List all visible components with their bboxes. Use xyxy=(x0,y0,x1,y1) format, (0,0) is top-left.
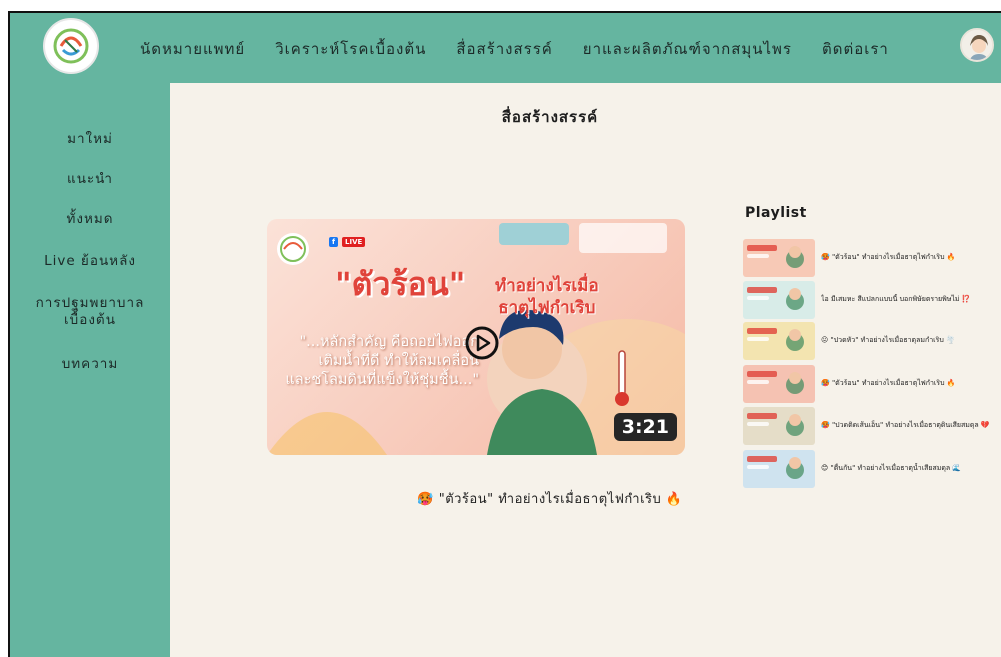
nav-item-herbal-products[interactable]: ยาและผลิตภัณฑ์จากสมุนไพร xyxy=(583,37,792,61)
video-thumb-subheadline: ทำอย่างไรเมื่อ ธาตุไฟกำเริบ xyxy=(495,276,599,318)
app-frame: นัดหมายแพทย์ วิเคราะห์โรคเบื้องต้น สื่อส… xyxy=(8,11,1001,657)
playlist-item[interactable]: 🥵 "ปวดติดเส้นเอ็น" ทำอย่างไรเมื่อธาตุดิน… xyxy=(743,407,1001,445)
sidebar-item-articles[interactable]: บทความ xyxy=(10,356,170,373)
playlist-item[interactable]: 😊 "ตื่นกัน" ทำอย่างไรเมื่อธาตุน้ำเสียสมด… xyxy=(743,450,1001,488)
sidebar: มาใหม่ แนะนำ ทั้งหมด Live ย้อนหลัง การปฐ… xyxy=(10,83,170,657)
playlist-item-title: 😖 "ปวดหัว" ทำอย่างไรเมื่อธาตุลมกำเริบ 🌪️ xyxy=(821,336,955,344)
user-avatar-icon[interactable] xyxy=(960,28,994,62)
playlist-item-title: 🥵 "ตัวร้อน" ทำอย่างไรเมื่อธาตุไฟกำเริบ 🔥 xyxy=(821,379,956,387)
live-badge: f LIVE xyxy=(329,237,366,247)
playlist-item-title: 😊 "ตื่นกัน" ทำอย่างไรเมื่อธาตุน้ำเสียสมด… xyxy=(821,464,962,472)
video-thumb-headline: "ตัวร้อน" xyxy=(335,265,466,303)
main-content: สื่อสร้างสรรค์ f LIVE "ตัวร้อน" ทำอย่างไ… xyxy=(170,83,1001,657)
sidebar-item-new[interactable]: มาใหม่ xyxy=(10,131,170,148)
playlist-thumbnail xyxy=(743,407,815,445)
playlist-item-title: 🥵 "ตัวร้อน" ทำอย่างไรเมื่อธาตุไฟกำเริบ 🔥 xyxy=(821,253,956,261)
top-header: นัดหมายแพทย์ วิเคราะห์โรคเบื้องต้น สื่อส… xyxy=(10,13,1001,83)
playlist-item-title: 🥵 "ปวดติดเส้นเอ็น" ทำอย่างไรเมื่อธาตุดิน… xyxy=(821,421,990,429)
video-thumb-quote: "...หลักสำคัญ คือถอยไฟออก เติมน้ำที่ดี ท… xyxy=(285,334,479,388)
playlist-thumbnail xyxy=(743,365,815,403)
nav-item-appointment[interactable]: นัดหมายแพทย์ xyxy=(140,37,245,61)
playlist-thumbnail xyxy=(743,281,815,319)
playlist-item[interactable]: 🥵 "ตัวร้อน" ทำอย่างไรเมื่อธาตุไฟกำเริบ 🔥 xyxy=(743,239,1001,277)
video-caption: 🥵 "ตัวร้อน" ทำอย่างไรเมื่อธาตุไฟกำเริบ 🔥 xyxy=(417,492,683,507)
nav-item-media[interactable]: สื่อสร้างสรรค์ xyxy=(456,37,552,61)
playlist-item[interactable]: ไอ มีเสมหะ สีแปลกแบบนี้ บอกพิษัยตรายพิษไ… xyxy=(743,281,1001,319)
play-icon[interactable] xyxy=(464,325,500,361)
nav-item-diagnosis[interactable]: วิเคราะห์โรคเบื้องต้น xyxy=(275,37,426,61)
playlist-item[interactable]: 🥵 "ตัวร้อน" ทำอย่างไรเมื่อธาตุไฟกำเริบ 🔥 xyxy=(743,365,1001,403)
playlist-thumbnail xyxy=(743,450,815,488)
playlist-item-title: ไอ มีเสมหะ สีแปลกแบบนี้ บอกพิษัยตรายพิษไ… xyxy=(821,295,971,303)
sidebar-item-all[interactable]: ทั้งหมด xyxy=(10,211,170,228)
playlist-item[interactable]: 😖 "ปวดหัว" ทำอย่างไรเมื่อธาตุลมกำเริบ 🌪️ xyxy=(743,322,1001,360)
playlist-title: Playlist xyxy=(745,205,807,221)
playlist-thumbnail xyxy=(743,239,815,277)
sidebar-item-recommended[interactable]: แนะนำ xyxy=(10,171,170,188)
playlist-thumbnail xyxy=(743,322,815,360)
video-player[interactable]: f LIVE "ตัวร้อน" ทำอย่างไรเมื่อ ธาตุไฟกำ… xyxy=(267,219,685,455)
main-nav: นัดหมายแพทย์ วิเคราะห์โรคเบื้องต้น สื่อส… xyxy=(140,37,889,61)
video-duration: 3:21 xyxy=(613,413,677,441)
logo-icon[interactable] xyxy=(43,18,99,74)
nav-item-contact[interactable]: ติดต่อเรา xyxy=(822,37,889,61)
sidebar-item-live-replay[interactable]: Live ย้อนหลัง xyxy=(10,253,170,270)
page-title: สื่อสร้างสรรค์ xyxy=(501,108,599,126)
sidebar-item-first-aid[interactable]: การปฐมพยาบาล เบื้องต้น xyxy=(10,295,170,329)
